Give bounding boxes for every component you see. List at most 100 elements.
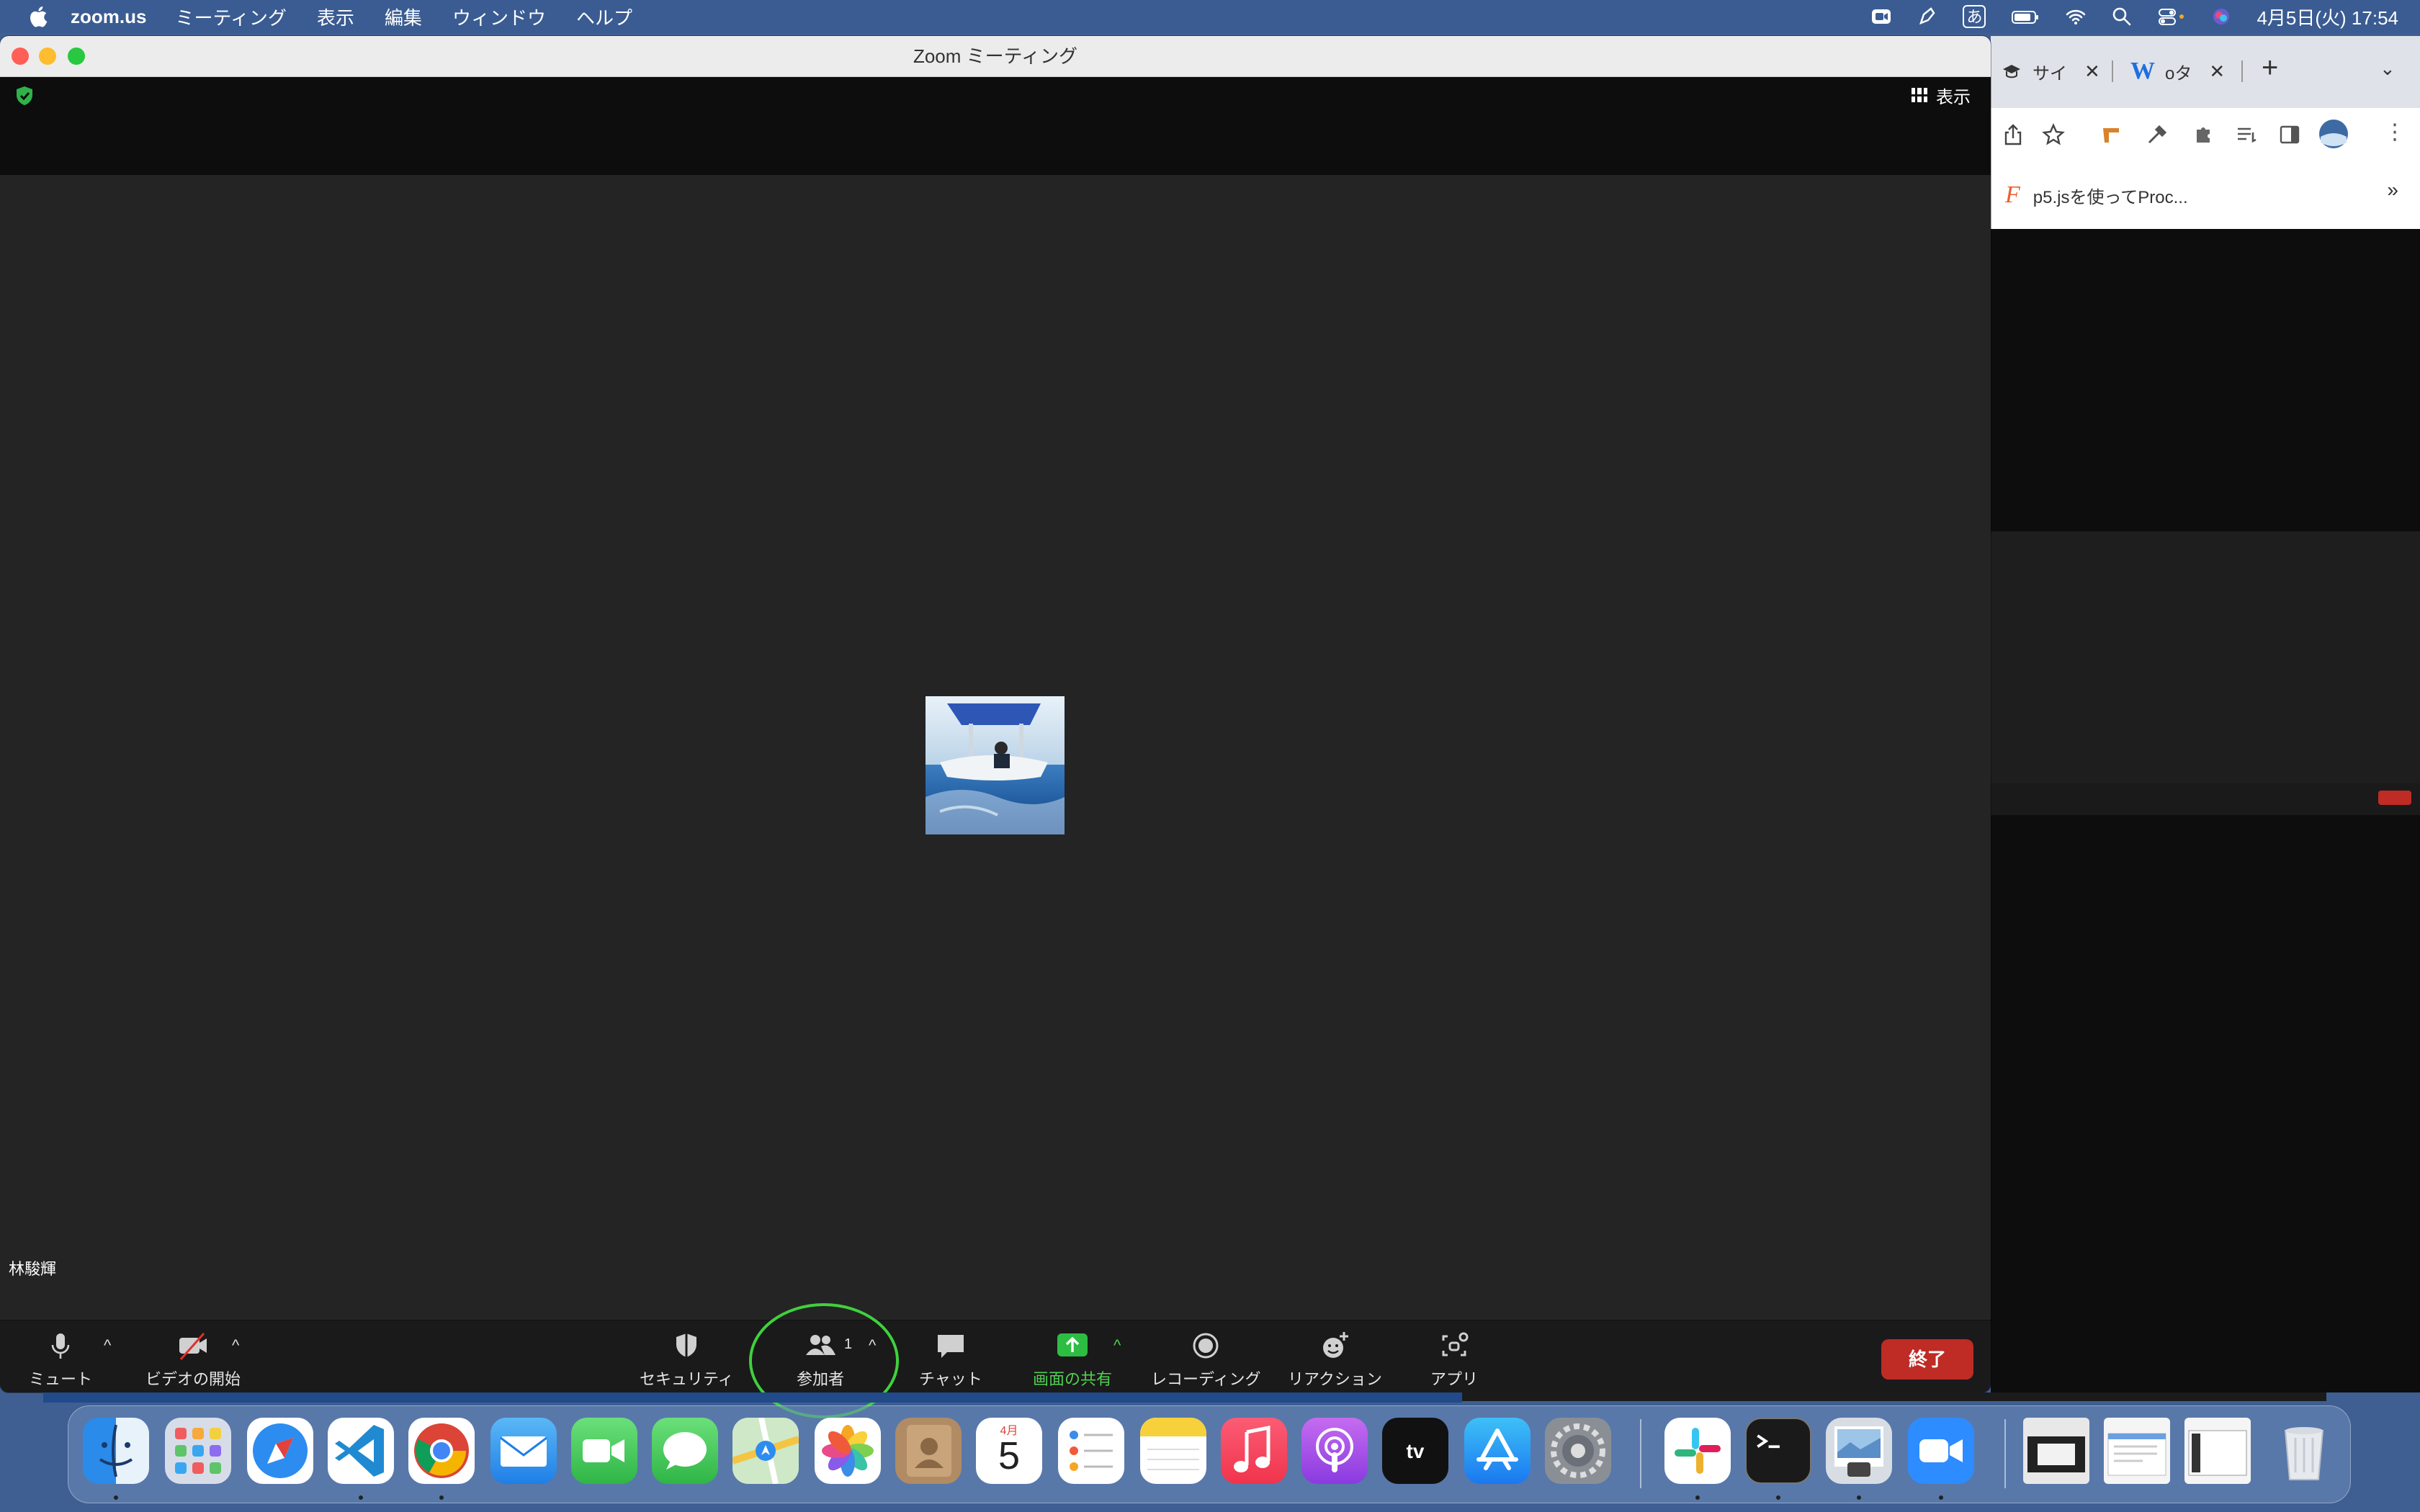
window-thumbnail-icon [2188,1430,2247,1476]
processing-f-icon: F [2005,181,2020,208]
contacts-icon [907,1425,951,1477]
battery-icon[interactable] [2010,6,2040,27]
dock-trash[interactable] [2271,1418,2337,1484]
dock-messages[interactable] [652,1418,718,1484]
bookmarks-bar: F p5.jsを使ってProc... » [1991,161,2420,230]
control-center-icon[interactable] [2157,6,2186,27]
dock-facetime[interactable] [571,1418,637,1484]
bookmark-p5js[interactable]: F p5.jsを使ってProc... [2005,181,2188,209]
running-indicator [1695,1495,1700,1500]
app-store-icon [1476,1428,1518,1470]
zoom-status-icon[interactable] [1870,6,1892,27]
chrome-tab-2-label: oタ [2165,63,2192,84]
end-meeting-button[interactable]: 終了 [1881,1339,1973,1380]
audio-options-chevron-icon[interactable]: ^ [104,1336,111,1355]
meeting-toolbar: ミュート ^ ビデオの開始 ^ セキュリティ 参加者 1 ^ チャット 画面の共… [0,1320,1991,1392]
mute-button[interactable]: ミュート [29,1331,92,1390]
dock-terminal[interactable] [1745,1418,1811,1484]
menu-window[interactable]: ウィンドウ [452,4,546,30]
smiley-plus-icon [1323,1332,1349,1358]
menu-help[interactable]: ヘルプ [576,4,632,30]
zoom-title-bar[interactable]: Zoom ミーティング [0,36,1991,77]
wordpress-w-icon: W [2130,58,2155,84]
bookmark-p5js-label: p5.jsを使ってProc... [2033,187,2188,207]
extensions-puzzle-icon[interactable] [2191,122,2215,147]
share-icon[interactable] [2001,122,2025,147]
siri-icon[interactable] [2210,6,2232,27]
tab-divider [2241,60,2243,82]
encryption-shield-icon[interactable] [14,85,35,107]
dock-podcasts[interactable] [1301,1418,1368,1484]
dock-slack[interactable] [1664,1418,1731,1484]
eyedropper-extension-icon[interactable] [2145,122,2169,147]
video-options-chevron-icon[interactable]: ^ [232,1336,239,1355]
menu-meeting[interactable]: ミーティング [175,4,286,30]
record-icon [1193,1333,1219,1359]
dock-minimized-window-1[interactable] [2023,1418,2089,1484]
dock-notes[interactable] [1140,1418,1206,1484]
tab-search-chevron-icon[interactable]: ⌄ [2380,58,2396,80]
dock-safari[interactable] [247,1418,313,1484]
dock-minimized-window-3[interactable] [2184,1418,2251,1484]
dock-preview[interactable] [1826,1418,1892,1484]
view-layout-button[interactable]: 表示 [1912,82,1971,108]
safari-compass-icon [253,1423,308,1478]
bookmark-star-icon[interactable] [2041,122,2066,147]
wifi-icon[interactable] [2065,6,2087,27]
pen-tool-icon[interactable] [1917,6,1938,27]
chat-button[interactable]: チャット [919,1331,982,1390]
chrome-tab-2[interactable]: W oタ ✕ [2130,49,2225,94]
apps-icon [1442,1332,1469,1356]
apple-logo-icon[interactable] [27,4,52,29]
dock-vscode[interactable] [328,1418,394,1484]
dock-system-preferences[interactable] [1545,1418,1611,1484]
dock-calendar[interactable]: 4月 5 [976,1418,1042,1484]
spotlight-search-icon[interactable] [2111,6,2133,27]
dock-finder[interactable] [83,1418,149,1484]
running-indicator [114,1495,118,1500]
dock-launchpad[interactable] [165,1418,231,1484]
menu-app-name[interactable]: zoom.us [71,6,146,28]
side-panel-icon[interactable] [2277,122,2302,147]
dock-mail[interactable] [490,1418,557,1484]
chrome-menu-icon[interactable]: ⋮ [2384,120,2406,145]
profile-avatar[interactable] [2318,118,2349,150]
menu-view[interactable]: 表示 [317,4,354,30]
share-options-chevron-icon[interactable]: ^ [1113,1336,1121,1355]
reactions-button[interactable]: リアクション [1288,1331,1382,1390]
security-button[interactable]: セキュリティ [640,1331,734,1390]
reading-list-icon[interactable] [2234,122,2259,147]
video-area: 林駿輝 [0,175,1991,1331]
new-tab-button[interactable]: + [2262,52,2278,84]
recording-button[interactable]: レコーディング [1151,1331,1260,1390]
dock-photos[interactable] [815,1418,881,1484]
share-screen-button[interactable]: 画面の共有 [1033,1331,1112,1390]
apps-button[interactable]: アプリ [1430,1331,1478,1390]
dock-contacts[interactable] [895,1418,962,1484]
mini-end-button [2378,791,2411,805]
bookmarks-overflow-button[interactable]: » [2387,179,2398,202]
mini-zoom-preview [1991,531,2420,783]
ruler-extension-icon[interactable] [2099,122,2123,147]
menu-edit[interactable]: 編集 [385,4,422,30]
dock-separator [1640,1419,1641,1488]
menu-clock[interactable]: 4月5日(火) 17:54 [2257,4,2398,30]
background-dark-window-strip [1462,1392,2326,1401]
reminders-list-icon [1070,1431,1113,1471]
maps-icon [732,1418,799,1484]
close-tab-2-icon[interactable]: ✕ [2209,60,2225,83]
start-video-button[interactable]: ビデオの開始 [145,1331,241,1390]
dock-maps[interactable] [732,1418,799,1484]
reactions-label: リアクション [1288,1370,1382,1388]
dock-tv[interactable]: tv [1382,1418,1448,1484]
dock-zoom[interactable] [1908,1418,1974,1484]
input-method-icon[interactable]: あ [1963,5,1986,28]
dock-reminders[interactable] [1058,1418,1124,1484]
menu-bar: zoom.us ミーティング 表示 編集 ウィンドウ ヘルプ あ 4月5日(火)… [0,0,2420,33]
dock-app-store[interactable] [1464,1418,1531,1484]
chrome-tab-1[interactable]: サイ ✕ [2001,49,2100,94]
dock-chrome[interactable] [408,1418,475,1484]
close-tab-1-icon[interactable]: ✕ [2084,60,2100,83]
dock-music[interactable] [1221,1418,1287,1484]
dock-minimized-window-2[interactable] [2104,1418,2170,1484]
